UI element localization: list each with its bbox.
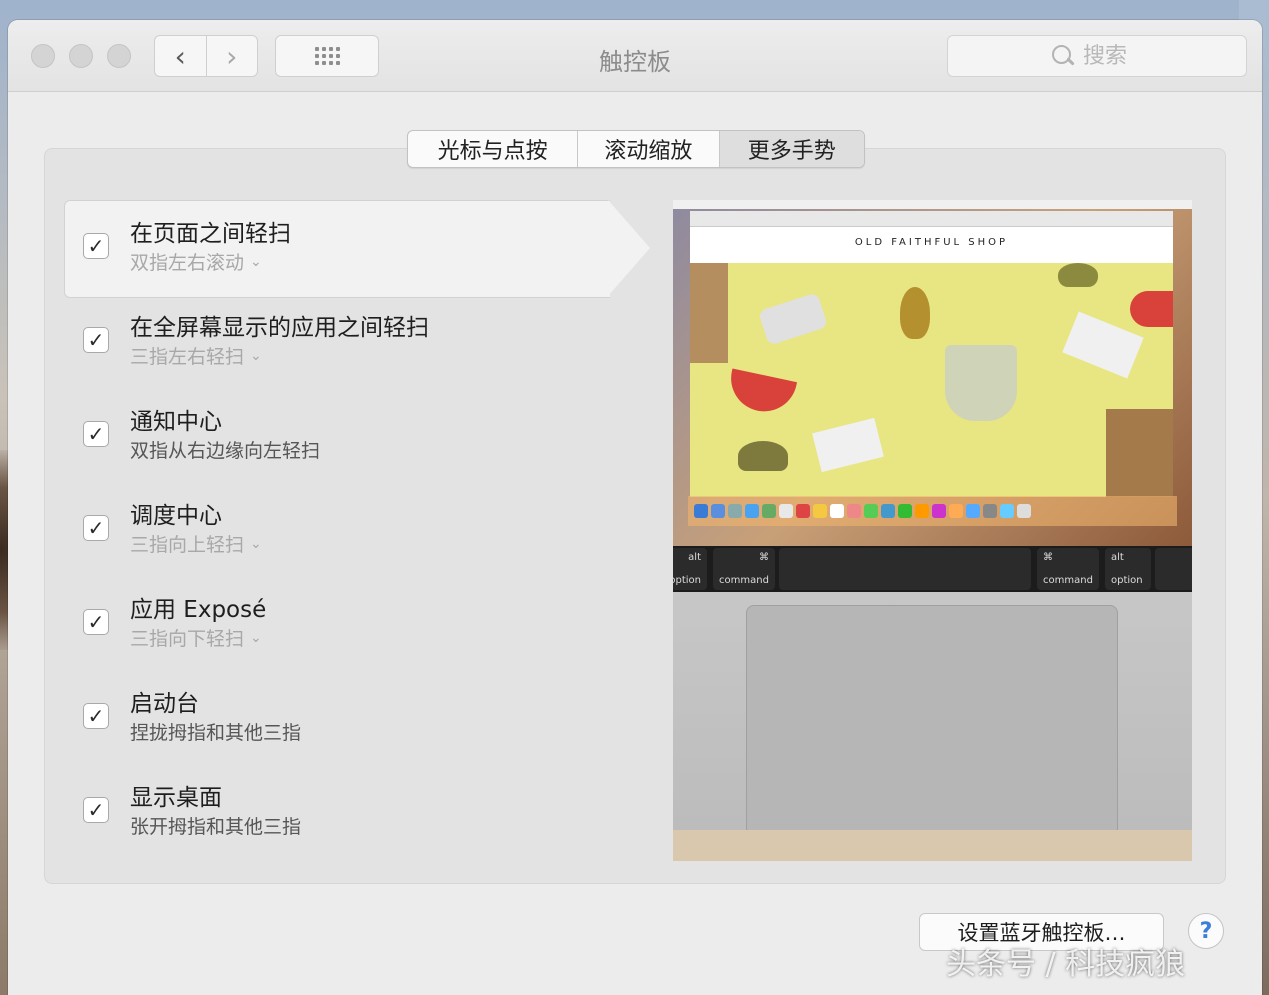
gesture-option-dropdown[interactable]: 三指左右轻扫 ⌄: [130, 342, 262, 369]
check-icon: ✓: [87, 798, 105, 822]
chevron-down-icon: ⌄: [250, 629, 262, 646]
preview-shop-title: OLD FAITHFUL SHOP: [854, 237, 1009, 248]
gesture-checkbox[interactable]: ✓: [83, 233, 109, 259]
preview-key-command-right: ⌘ command: [1037, 548, 1099, 590]
gesture-item-notification-center[interactable]: ✓ 通知中心 双指从右边缘向左轻扫: [64, 386, 654, 480]
tab-point-and-click[interactable]: 光标与点按: [408, 131, 577, 167]
titlebar: ‹ › 触控板: [8, 20, 1262, 92]
tab-scroll-and-zoom[interactable]: 滚动缩放: [577, 131, 718, 167]
gesture-checkbox[interactable]: ✓: [83, 797, 109, 823]
gesture-option-dropdown[interactable]: 三指向上轻扫 ⌄: [130, 530, 262, 557]
gesture-title: 在页面之间轻扫: [130, 221, 291, 247]
check-icon: ✓: [87, 704, 105, 728]
gesture-checkbox[interactable]: ✓: [83, 421, 109, 447]
preview-table: [673, 830, 1192, 861]
watermark: 头条号 / 科技疯狼: [946, 947, 1186, 982]
preview-browser-window: OLD FAITHFUL SHOP: [690, 211, 1173, 497]
question-mark-icon: ?: [1199, 918, 1213, 944]
search-field[interactable]: [947, 35, 1247, 77]
preview-trackpad: [746, 605, 1118, 836]
gesture-checkbox[interactable]: ✓: [83, 515, 109, 541]
gesture-title: 在全屏幕显示的应用之间轻扫: [130, 315, 429, 341]
gesture-item-swipe-fullscreen-apps[interactable]: ✓ 在全屏幕显示的应用之间轻扫 三指左右轻扫 ⌄: [64, 292, 654, 386]
gesture-description: 张开拇指和其他三指: [130, 816, 302, 838]
search-icon: [1051, 44, 1075, 68]
check-icon: ✓: [87, 328, 105, 352]
preview-palm-rest: [673, 592, 1192, 836]
check-icon: ✓: [87, 610, 105, 634]
gesture-description: 捏拢拇指和其他三指: [130, 722, 302, 744]
preview-shop-photo: [690, 263, 1173, 497]
gesture-list: ✓ 在页面之间轻扫 双指左右滚动 ⌄ ✓ 在全屏幕显示的应用之间轻扫 三指左右轻扫…: [64, 198, 654, 856]
gesture-checkbox[interactable]: ✓: [83, 703, 109, 729]
gesture-item-launchpad[interactable]: ✓ 启动台 捏拢拇指和其他三指: [64, 668, 654, 762]
preview-key-option-right: alt option: [1105, 548, 1151, 590]
preview-screen: OLD FAITHFUL SHOP: [673, 200, 1192, 546]
help-button[interactable]: ?: [1188, 913, 1224, 949]
gesture-checkbox[interactable]: ✓: [83, 609, 109, 635]
gesture-item-swipe-between-pages[interactable]: ✓ 在页面之间轻扫 双指左右滚动 ⌄: [64, 198, 654, 298]
chevron-down-icon: ⌄: [250, 535, 262, 552]
chevron-down-icon: ⌄: [250, 253, 262, 270]
gesture-checkbox[interactable]: ✓: [83, 327, 109, 353]
preview-menubar: [673, 200, 1192, 209]
gesture-description: 双指从右边缘向左轻扫: [130, 440, 321, 462]
preview-key-command-left: ⌘ command: [713, 548, 775, 590]
check-icon: ✓: [87, 234, 105, 258]
gesture-title: 通知中心: [130, 409, 222, 435]
gesture-title: 应用 Exposé: [130, 597, 267, 623]
gesture-option-dropdown[interactable]: 三指向下轻扫 ⌄: [130, 624, 262, 651]
tab-more-gestures[interactable]: 更多手势: [718, 131, 864, 167]
preview-keyboard: altoption ⌘command ⌘command altoption: [673, 546, 1192, 592]
check-icon: ✓: [87, 516, 105, 540]
search-input[interactable]: [1083, 43, 1143, 69]
preview-key-space: [779, 548, 1031, 590]
gesture-title: 调度中心: [130, 503, 222, 529]
preferences-window: ‹ › 触控板 光标与点按 滚动缩放 更多手势 ✓ 在页面之间轻扫: [8, 20, 1262, 995]
gesture-title: 显示桌面: [130, 785, 222, 811]
check-icon: ✓: [87, 422, 105, 446]
chevron-down-icon: ⌄: [250, 347, 262, 364]
tab-bar: 光标与点按 滚动缩放 更多手势: [407, 130, 865, 168]
gesture-item-mission-control[interactable]: ✓ 调度中心 三指向上轻扫 ⌄: [64, 480, 654, 574]
preview-dock: [688, 496, 1177, 526]
gesture-item-show-desktop[interactable]: ✓ 显示桌面 张开拇指和其他三指: [64, 762, 654, 856]
gesture-preview-video: OLD FAITHFUL SHOP alt ption ⌘ command ⌘ …: [673, 200, 1192, 861]
gesture-title: 启动台: [130, 691, 199, 717]
preview-key-option-left: altoption: [673, 548, 707, 590]
gesture-option-dropdown[interactable]: 双指左右滚动 ⌄: [130, 248, 262, 275]
preview-browser-toolbar: [690, 211, 1173, 227]
preview-key-arrow-left: [1155, 548, 1192, 590]
gesture-item-app-expose[interactable]: ✓ 应用 Exposé 三指向下轻扫 ⌄: [64, 574, 654, 668]
